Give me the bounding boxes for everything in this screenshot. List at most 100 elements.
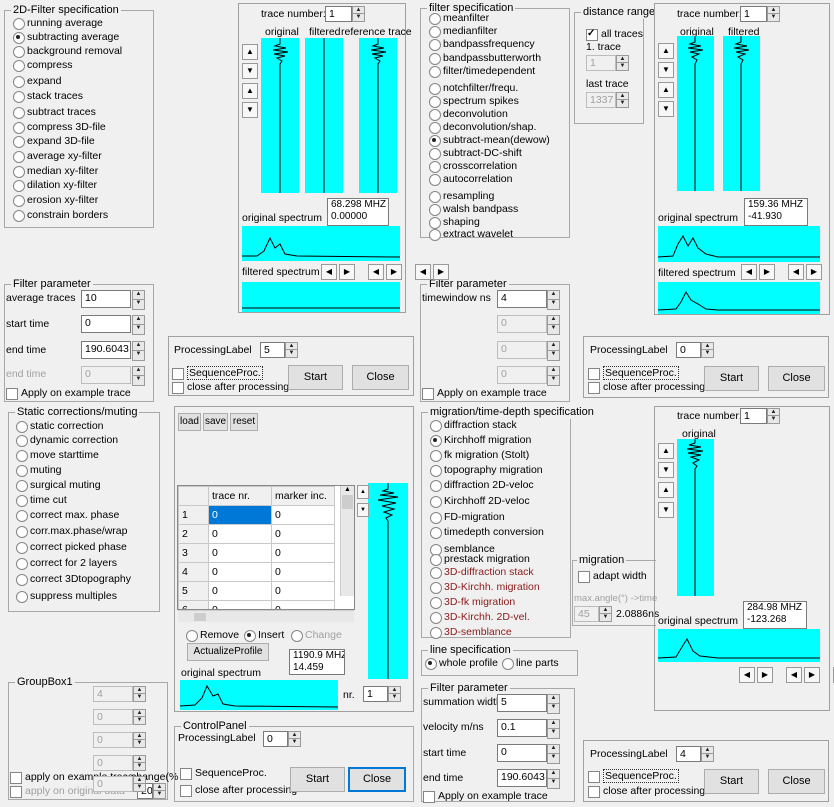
q4-arrow-left-icon[interactable]: ◀: [786, 667, 802, 683]
q4-radio-3d-fk-migration[interactable]: 3D-fk migration: [430, 596, 515, 609]
table-cell[interactable]: 0: [208, 600, 272, 609]
q2-filt-arrow-right-icon[interactable]: ▶: [759, 264, 775, 280]
scroll-up-icon[interactable]: ▲: [341, 486, 354, 493]
q1-radio-subtracting-average[interactable]: subtracting average: [13, 31, 119, 44]
q3-nr-input[interactable]: 1: [363, 686, 388, 702]
q2-radio-crosscorrelation[interactable]: crosscorrelation: [429, 160, 517, 173]
q4-max-angle-spinner[interactable]: ▲ ▼: [599, 606, 612, 622]
q2-radio-deconvolution-shap[interactable]: deconvolution/shap.: [429, 121, 536, 134]
q4-radio-diffraction-stack[interactable]: diffraction stack: [430, 419, 517, 432]
q3-radio-static-correction[interactable]: static correction: [16, 420, 104, 433]
q3-radio-correct-3dtopography[interactable]: correct 3Dtopography: [16, 573, 131, 586]
q3-load-button[interactable]: load: [178, 413, 201, 431]
q2-extra-spinner-1[interactable]: ▲ ▼: [547, 315, 560, 335]
q2-close-after-checkbox[interactable]: close after processing: [588, 381, 705, 394]
q4-radio-fk-migration-stolt[interactable]: fk migration (Stolt): [430, 449, 529, 462]
q4-summation-spinner[interactable]: ▲ ▼: [547, 694, 560, 714]
q1-trace-number-spinner[interactable]: ▲ ▼: [352, 6, 365, 22]
q1-proc-spinner[interactable]: ▲ ▼: [285, 342, 298, 358]
q4-summation-input[interactable]: 5: [497, 694, 547, 712]
table-cell[interactable]: 0: [271, 600, 335, 609]
q1-average-traces-spinner[interactable]: ▲ ▼: [132, 290, 145, 310]
q3-radio-move-starttime[interactable]: move starttime: [16, 449, 99, 462]
q3-nr-spinner[interactable]: ▲ ▼: [388, 686, 401, 702]
q4-close-after-checkbox[interactable]: close after processing: [588, 785, 705, 798]
q4-arrow-left-icon[interactable]: ◀: [739, 667, 755, 683]
q3-change-radio[interactable]: Change: [291, 629, 342, 642]
table-cell[interactable]: 0: [271, 524, 335, 544]
q1-filt-arrow-left-icon[interactable]: ◀: [415, 264, 431, 280]
q3-change-spinner[interactable]: ▲ ▼: [153, 783, 166, 799]
q4-arrow-down-2[interactable]: ▼: [658, 502, 674, 518]
q1-arrow-down-1[interactable]: ▼: [242, 63, 258, 79]
q1-radio-compress[interactable]: compress: [13, 59, 73, 72]
q1-radio-compress-3d-file[interactable]: compress 3D-file: [13, 121, 106, 134]
q1-start-button[interactable]: Start: [288, 365, 343, 390]
q3-reset-button[interactable]: reset: [230, 413, 258, 431]
q1-close-button[interactable]: Close: [352, 365, 409, 390]
scroll-thumb-h[interactable]: [194, 613, 206, 621]
q2-extra-input-1[interactable]: 0: [497, 315, 547, 333]
q2-last-trace-input[interactable]: 1337: [586, 92, 616, 108]
q4-radio-3d-diffraction-stack[interactable]: 3D-diffraction stack: [430, 566, 534, 579]
q4-radio-fd-migration[interactable]: FD-migration: [430, 511, 505, 524]
q3-actualize-button[interactable]: ActualizeProfile: [187, 643, 269, 661]
q1-end-time2-spinner[interactable]: ▲ ▼: [132, 366, 145, 386]
q2-radio-medianfilter[interactable]: medianfilter: [429, 25, 497, 38]
q3-radio-suppress-multiples[interactable]: suppress multiples: [16, 590, 117, 603]
q4-end-time-spinner[interactable]: ▲ ▼: [547, 769, 560, 789]
q4-adapt-width-checkbox[interactable]: adapt width: [578, 570, 647, 583]
q2-radio-walsh-bandpass[interactable]: walsh bandpass: [429, 203, 518, 216]
q4-radio-3d-kirchh-2d-vel[interactable]: 3D-Kirchh. 2D-vel.: [430, 611, 530, 624]
table-cell[interactable]: 0: [271, 562, 335, 582]
q1-proc-input[interactable]: 5: [260, 342, 285, 358]
q2-apply-example-checkbox[interactable]: Apply on example trace: [422, 387, 547, 400]
q3-group-input-3[interactable]: 0: [93, 732, 133, 748]
q4-arrow-down-1[interactable]: ▼: [658, 462, 674, 478]
q1-radio-erosion-xy-filter[interactable]: erosion xy-filter: [13, 194, 98, 207]
q1-seqproc-checkbox[interactable]: SequenceProc.: [172, 366, 263, 380]
q2-proc-input[interactable]: 0: [676, 342, 701, 358]
q4-line-parts-radio[interactable]: line parts: [502, 657, 559, 670]
q2-extra-spinner-3[interactable]: ▲ ▼: [547, 366, 560, 386]
q4-trace-number-spinner[interactable]: ▲ ▼: [767, 408, 780, 424]
q1-radio-running-average[interactable]: running average: [13, 17, 103, 30]
q1-arrow-up-1[interactable]: ▲: [242, 44, 258, 60]
q1-radio-subtract-traces[interactable]: subtract traces: [13, 106, 96, 119]
q2-arrow-down-2[interactable]: ▼: [658, 101, 674, 117]
table-cell[interactable]: 0: [271, 581, 335, 601]
q1-radio-median-xy-filter[interactable]: median xy-filter: [13, 165, 98, 178]
q4-radio-3d-semblance[interactable]: 3D-semblance: [430, 626, 512, 639]
q4-trace-number-input[interactable]: 1: [740, 408, 767, 424]
q1-radio-average-xy-filter[interactable]: average xy-filter: [13, 150, 102, 163]
q4-radio-kirchhoff-2d-veloc[interactable]: Kirchhoff 2D-veloc: [430, 495, 530, 508]
q3-radio-correct-picked-phase[interactable]: correct picked phase: [16, 541, 127, 554]
q3-table-hscroll[interactable]: [178, 610, 354, 622]
q4-velocity-input[interactable]: 0.1: [497, 719, 547, 737]
q2-radio-spectrum-spikes[interactable]: spectrum spikes: [429, 95, 519, 108]
q3-radio-dynamic-correction[interactable]: dynamic correction: [16, 434, 118, 447]
q4-end-time-input[interactable]: 190.6043: [497, 769, 547, 787]
table-row[interactable]: 600: [178, 600, 335, 609]
q2-close-button[interactable]: Close: [768, 366, 825, 391]
q4-radio-prestack-migration[interactable]: prestack migration: [430, 553, 530, 566]
q4-start-time-input[interactable]: 0: [497, 744, 547, 762]
q4-proc-input[interactable]: 4: [676, 746, 701, 762]
q3-radio-correct-for-2-layers[interactable]: correct for 2 layers: [16, 557, 117, 570]
q2-trace-number-input[interactable]: 1: [740, 6, 767, 22]
q2-seqproc-checkbox[interactable]: SequenceProc.: [588, 366, 679, 380]
q1-end-time-spinner[interactable]: ▲ ▼: [132, 341, 145, 361]
q1-average-traces-input[interactable]: 10: [81, 290, 131, 308]
q2-radio-resampling[interactable]: resampling: [429, 190, 494, 203]
q2-radio-bandpassfrequency[interactable]: bandpassfrequency: [429, 38, 535, 51]
table-cell[interactable]: 0: [208, 581, 272, 601]
q4-proc-spinner[interactable]: ▲ ▼: [701, 746, 714, 762]
q3-radio-corr-max-phase-wrap[interactable]: corr.max.phase/wrap: [16, 525, 127, 538]
q3-seqproc-checkbox[interactable]: SequenceProc.: [180, 767, 267, 780]
q4-max-angle-input[interactable]: 45: [574, 606, 599, 622]
q1-filt-arrow-left-icon[interactable]: ◀: [368, 264, 384, 280]
table-cell[interactable]: 0: [208, 505, 272, 525]
q4-arrow-right-icon[interactable]: ▶: [757, 667, 773, 683]
q3-save-button[interactable]: save: [203, 413, 228, 431]
q3-group-input-1[interactable]: 4: [93, 686, 133, 702]
